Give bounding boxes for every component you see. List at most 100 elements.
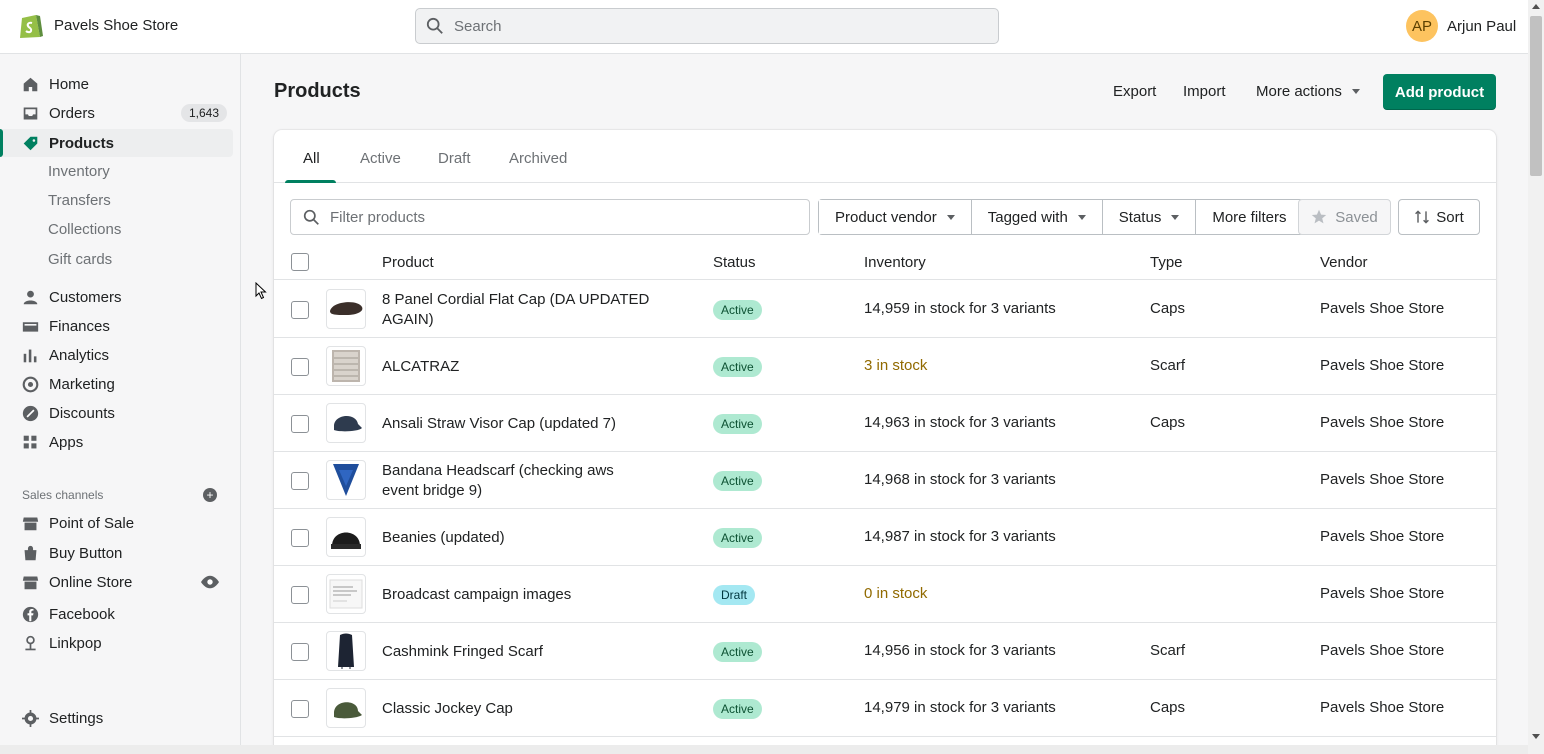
status-badge: Active [713,528,762,548]
add-product-button[interactable]: Add product [1383,74,1496,110]
tab-archived[interactable]: Archived [509,150,567,167]
product-name-link[interactable]: 8 Panel Cordial Flat Cap (DA UPDATED AGA… [382,290,652,330]
tab-all[interactable]: All [303,150,320,167]
product-name-link[interactable]: Cashmink Fringed Scarf [382,642,652,662]
sidebar-item-customers[interactable]: Customers [0,283,233,311]
table-header: Product Status Inventory Type Vendor [274,243,1496,280]
column-header-vendor[interactable]: Vendor [1320,254,1368,271]
horizontal-scrollbar[interactable] [0,745,1528,754]
vertical-scrollbar[interactable] [1528,0,1544,754]
sidebar-item-home[interactable]: Home [0,70,233,98]
status-filter[interactable]: Status [1102,200,1197,234]
table-row[interactable]: Cashmink Fringed Scarf Active 14,956 in … [274,623,1496,680]
more-actions-label: More actions [1256,83,1342,100]
select-all-checkbox[interactable] [291,253,309,271]
vendor-value: Pavels Shoe Store [1320,699,1445,716]
product-thumbnail [326,517,366,557]
bank-icon [22,321,39,332]
more-filters-button[interactable]: More filters [1196,200,1303,234]
caret-down-icon [946,214,955,220]
column-header-product[interactable]: Product [382,254,434,271]
column-header-inventory[interactable]: Inventory [864,254,926,271]
bar-chart-icon [23,349,37,362]
sidebar-item-finances[interactable]: Finances [0,312,233,340]
inventory-value: 14,987 in stock for 3 variants [864,528,1056,545]
sidebar-item-buy-button[interactable]: Buy Button [0,539,233,567]
row-checkbox[interactable] [291,472,309,490]
scroll-down-arrow-icon[interactable] [1532,734,1540,739]
product-name-link[interactable]: Ansali Straw Visor Cap (updated 7) [382,414,652,434]
sidebar-item-collections[interactable]: Collections [48,218,121,242]
product-thumbnail [326,688,366,728]
user-name: Arjun Paul [1447,17,1517,35]
tagged-with-filter[interactable]: Tagged with [971,200,1103,234]
shopping-bag-icon [24,545,37,560]
saved-button[interactable]: Saved [1298,199,1391,235]
sidebar-item-settings[interactable]: Settings [0,704,233,732]
table-row[interactable]: Beanies (updated) Active 14,987 in stock… [274,509,1496,566]
table-row[interactable]: 8 Panel Cordial Flat Cap (DA UPDATED AGA… [274,281,1496,338]
table-row[interactable]: ALCATRAZ Active 3 in stock Scarf Pavels … [274,338,1496,395]
tab-active[interactable]: Active [360,150,401,167]
table-row[interactable]: Broadcast campaign images Draft 0 in sto… [274,566,1496,623]
row-checkbox[interactable] [291,358,309,376]
vendor-value: Pavels Shoe Store [1320,585,1445,602]
sidebar-item-marketing[interactable]: Marketing [0,370,233,398]
row-checkbox[interactable] [291,529,309,547]
status-badge: Draft [713,585,756,605]
more-actions-button[interactable]: More actions [1256,83,1360,100]
scrollbar-thumb[interactable] [1530,16,1542,176]
filter-products[interactable] [290,199,810,235]
sidebar-item-linkpop[interactable]: Linkpop [0,629,233,657]
export-button[interactable]: Export [1113,83,1156,100]
orders-icon [23,107,38,119]
table-row[interactable]: Classic Jockey Cap Active 14,979 in stoc… [274,680,1496,737]
column-header-type[interactable]: Type [1150,254,1183,271]
store-brand[interactable]: Pavels Shoe Store [18,10,178,40]
user-menu[interactable]: AP Arjun Paul [1406,10,1516,42]
sort-button[interactable]: Sort [1398,199,1480,235]
row-checkbox[interactable] [291,700,309,718]
vendor-value: Pavels Shoe Store [1320,300,1445,317]
import-button[interactable]: Import [1183,83,1226,100]
product-name-link[interactable]: Beanies (updated) [382,528,652,548]
orders-count-badge: 1,643 [180,104,227,122]
global-search[interactable] [415,8,999,44]
product-vendor-filter[interactable]: Product vendor [819,200,972,234]
product-name-link[interactable]: Broadcast campaign images [382,585,652,605]
scroll-up-arrow-icon[interactable] [1532,4,1540,9]
product-thumbnail [326,460,366,500]
store-icon [22,517,39,530]
sidebar-item-apps[interactable]: Apps [0,428,233,456]
product-name-link[interactable]: Classic Jockey Cap [382,699,652,719]
product-name-link[interactable]: Bandana Headscarf (checking aws event br… [382,461,652,501]
filter-products-input[interactable] [330,208,790,226]
column-header-status[interactable]: Status [713,254,756,271]
sidebar-item-discounts[interactable]: Discounts [0,399,233,427]
sidebar-item-transfers[interactable]: Transfers [48,189,111,213]
sidebar-item-inventory[interactable]: Inventory [48,160,110,184]
row-checkbox[interactable] [291,301,309,319]
tag-icon [23,136,38,150]
sidebar-item-online-store[interactable]: Online Store [0,568,233,596]
row-checkbox[interactable] [291,586,309,604]
tab-draft[interactable]: Draft [438,150,471,167]
eye-icon[interactable] [201,575,219,589]
row-checkbox[interactable] [291,415,309,433]
sidebar-item-products[interactable]: Products [0,129,233,157]
search-input[interactable] [454,17,974,35]
sidebar-item-gift-cards[interactable]: Gift cards [48,248,112,272]
sidebar-item-facebook[interactable]: Facebook [0,600,233,628]
vendor-value: Pavels Shoe Store [1320,357,1445,374]
table-row[interactable]: Bandana Headscarf (checking aws event br… [274,452,1496,509]
products-card: All Active Draft Archived Product vendor… [274,130,1496,754]
sidebar-item-point-of-sale[interactable]: Point of Sale [0,509,233,537]
add-channel-icon[interactable]: + [203,488,217,502]
type-value: Scarf [1150,357,1186,374]
product-name-link[interactable]: ALCATRAZ [382,357,652,377]
sidebar-item-orders[interactable]: Orders 1,643 [0,99,233,127]
table-row[interactable]: Ansali Straw Visor Cap (updated 7) Activ… [274,395,1496,452]
row-checkbox[interactable] [291,643,309,661]
type-value: Caps [1150,699,1186,716]
sidebar-item-analytics[interactable]: Analytics [0,341,233,369]
